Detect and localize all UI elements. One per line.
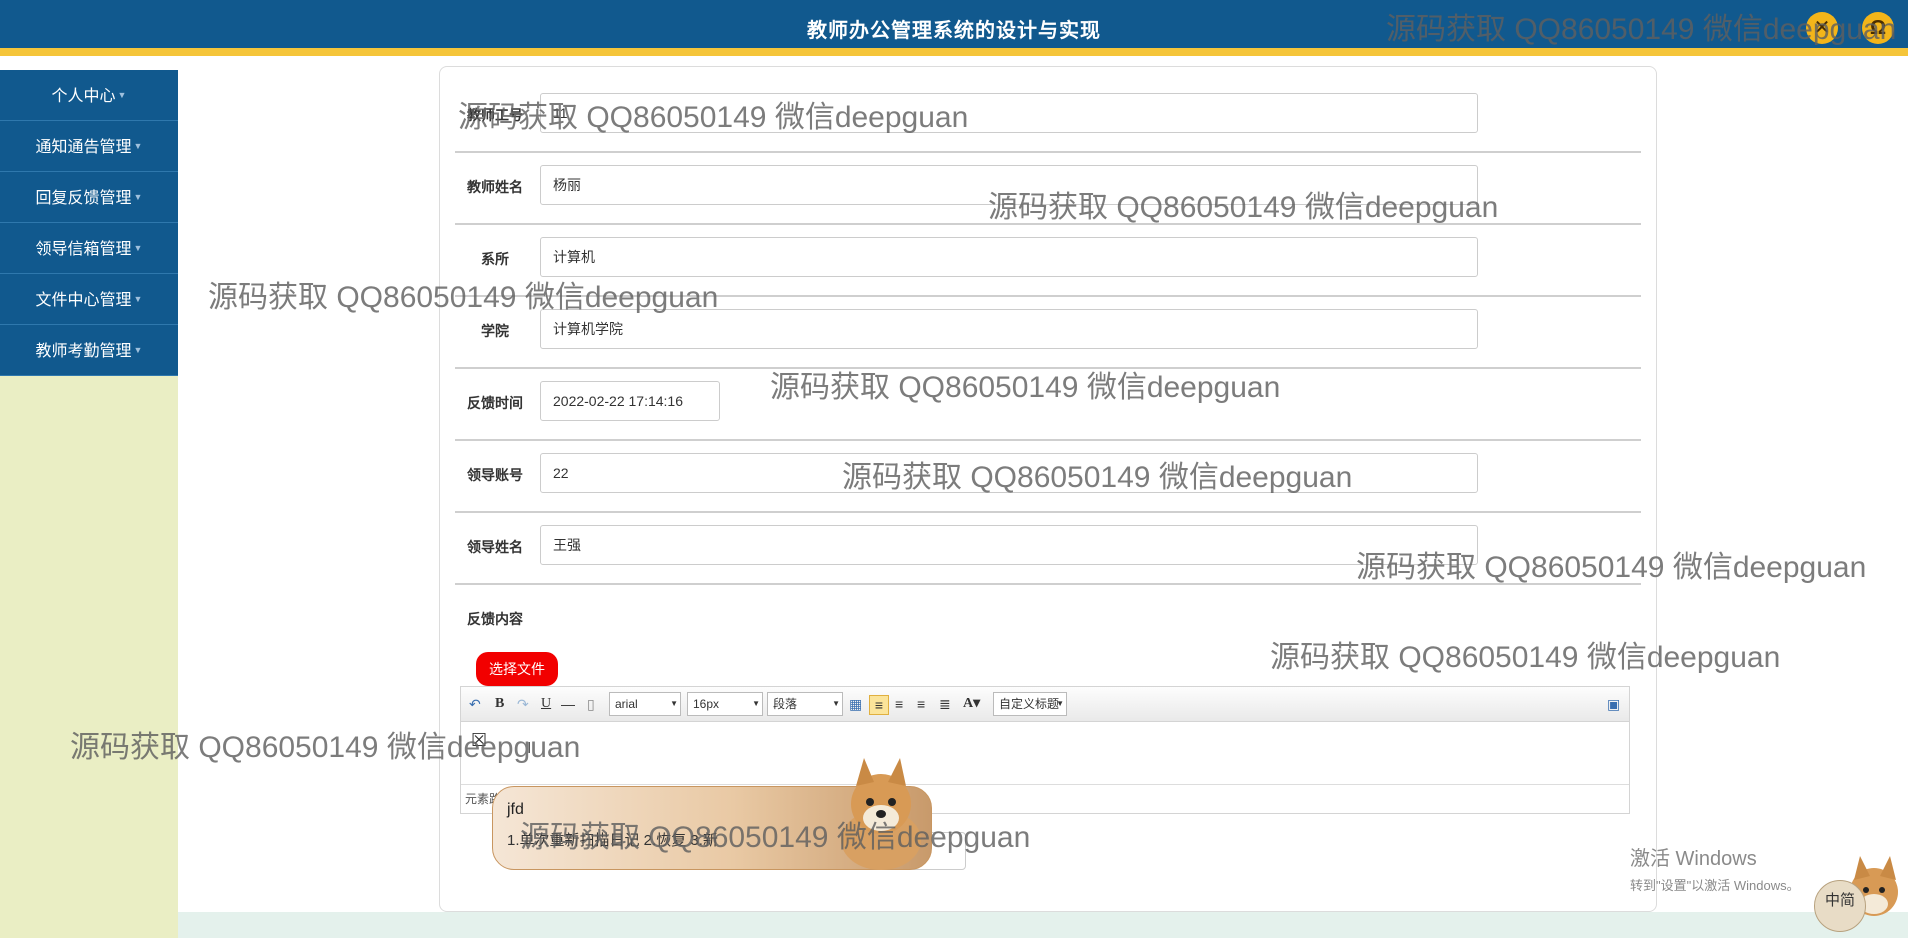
custom-title-select[interactable]: 自定义标题 ▼ <box>993 692 1067 716</box>
editor-content-area[interactable]: ☒ I <box>461 722 1629 784</box>
align-right-icon[interactable]: ≡ <box>895 695 903 713</box>
select-arrow-icon: ▼ <box>832 699 840 708</box>
align-justify-icon[interactable]: ≣ <box>939 695 951 713</box>
footer-strip <box>178 912 1908 938</box>
teacher-name-input[interactable] <box>540 165 1478 205</box>
college-input[interactable] <box>540 309 1478 349</box>
form-row-leader-account: 领导账号 <box>455 439 1641 513</box>
feedback-time-input[interactable] <box>540 381 720 421</box>
leader-account-input[interactable] <box>540 453 1478 493</box>
user-icon[interactable]: Ω <box>1862 12 1894 44</box>
close-icon[interactable]: ✕ <box>1806 12 1838 44</box>
form-row-teacher-name: 教师姓名 <box>455 151 1641 225</box>
sidebar-item-label: 教师考勤管理 <box>35 343 132 360</box>
font-family-select[interactable]: arial ▼ <box>609 692 681 716</box>
paragraph-value: 段落 <box>773 697 798 711</box>
form-row-teacher-id: 教师工号 <box>455 79 1641 153</box>
choose-file-button[interactable]: 选择文件 <box>476 652 558 686</box>
ime-input-text: jfd <box>507 801 524 818</box>
sidebar-item-label: 通知通告管理 <box>35 139 132 156</box>
activate-windows-notice: 激活 Windows 转到"设置"以激活 Windows。 <box>1630 842 1800 894</box>
field-label: 系所 <box>481 251 509 267</box>
underline-icon[interactable]: U <box>541 695 551 713</box>
font-family-value: arial <box>615 697 638 711</box>
ime-candidates[interactable]: 1.单次重新扫描日记 2.恢复 3.新 <box>507 829 718 850</box>
fullscreen-icon[interactable]: ▣ <box>1607 695 1620 713</box>
bold-icon[interactable]: B <box>495 695 504 713</box>
app-title: 教师办公管理系统的设计与实现 <box>807 20 1101 42</box>
sidebar-item-label: 回复反馈管理 <box>35 190 132 207</box>
form-row-leader-name: 领导姓名 <box>455 511 1641 585</box>
field-label: 教师姓名 <box>467 179 523 195</box>
sidebar-item-files[interactable]: 文件中心管理 ▼ <box>0 274 178 325</box>
sidebar-item-mailbox[interactable]: 领导信箱管理 ▼ <box>0 223 178 274</box>
redo-icon[interactable]: ↷ <box>517 695 529 713</box>
field-label: 领导姓名 <box>467 539 523 555</box>
font-size-select[interactable]: 16px ▼ <box>687 692 763 716</box>
form-row-feedback-time: 反馈时间 <box>455 367 1641 441</box>
font-size-value: 16px <box>693 697 720 711</box>
text-cursor-icon: I <box>527 740 532 757</box>
custom-title-value: 自定义标题 <box>999 697 1060 711</box>
font-color-icon[interactable]: A▾ <box>963 695 980 713</box>
sidebar-item-personal-center[interactable]: 个人中心 ▼ <box>0 70 178 121</box>
caret-down-icon: ▼ <box>133 243 143 253</box>
select-arrow-icon: ▼ <box>752 699 760 708</box>
caret-down-icon: ▼ <box>133 345 143 355</box>
editor-toolbar: ↶ B ↷ U — ▯ arial ▼ 16px ▼ 段落 ▼ ▦ ≡ ≡ ≡ ≣ A… <box>461 687 1629 722</box>
align-center-icon[interactable]: ≡ <box>917 695 925 713</box>
caret-down-icon: ▼ <box>133 192 143 202</box>
undo-icon[interactable]: ↶ <box>469 695 481 713</box>
ime-badge[interactable]: 中简 <box>1814 880 1866 932</box>
field-label: 反馈时间 <box>467 395 523 411</box>
feedback-content-label: 反馈内容 <box>467 611 523 627</box>
sidebar-item-attendance[interactable]: 教师考勤管理 ▼ <box>0 325 178 376</box>
dog-mascot-icon <box>841 758 921 870</box>
field-label: 领导账号 <box>467 467 523 483</box>
leader-name-input[interactable] <box>540 525 1478 565</box>
align-left-icon[interactable]: ≡ <box>869 695 889 715</box>
field-label: 学院 <box>481 323 509 339</box>
sidebar-item-label: 个人中心 <box>51 88 116 105</box>
activate-windows-title: 激活 Windows <box>1630 848 1757 870</box>
horizontal-rule-icon[interactable]: — <box>561 695 575 713</box>
sidebar: 个人中心 ▼ 通知通告管理 ▼ 回复反馈管理 ▼ 领导信箱管理 ▼ 文件中心管理 ▼ 教师… <box>0 70 178 938</box>
select-arrow-icon: ▼ <box>670 699 678 708</box>
sidebar-item-notice[interactable]: 通知通告管理 ▼ <box>0 121 178 172</box>
department-input[interactable] <box>540 237 1478 277</box>
table-icon[interactable]: ▦ <box>849 695 862 713</box>
select-arrow-icon: ▼ <box>1056 699 1064 708</box>
sidebar-item-feedback[interactable]: 回复反馈管理 ▼ <box>0 172 178 223</box>
document-icon[interactable]: ▯ <box>587 695 595 713</box>
top-header: 教师办公管理系统的设计与实现 ✕ Ω <box>0 0 1908 56</box>
paragraph-select[interactable]: 段落 ▼ <box>767 692 843 716</box>
sidebar-item-label: 文件中心管理 <box>35 292 132 309</box>
caret-down-icon: ▼ <box>133 294 143 304</box>
form-row-department: 系所 <box>455 223 1641 297</box>
teacher-id-input[interactable] <box>540 93 1478 133</box>
form-row-college: 学院 <box>455 295 1641 369</box>
field-label: 教师工号 <box>467 107 523 123</box>
activate-windows-subtitle: 转到"设置"以激活 Windows。 <box>1630 878 1800 893</box>
sidebar-item-label: 领导信箱管理 <box>35 241 132 258</box>
caret-down-icon: ▼ <box>133 141 143 151</box>
close-icon[interactable]: ☒ <box>471 730 487 751</box>
caret-down-icon: ▼ <box>117 90 127 100</box>
